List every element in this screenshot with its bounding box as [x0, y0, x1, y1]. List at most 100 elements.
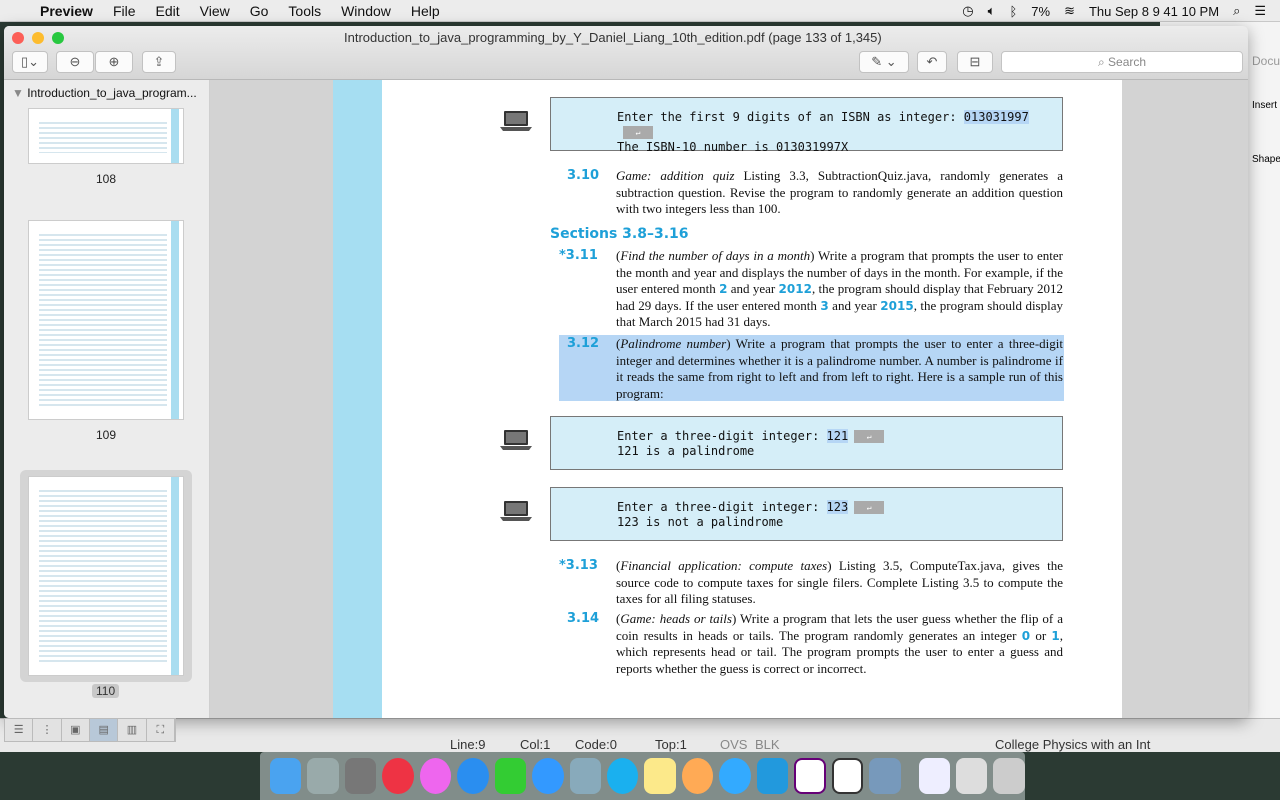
music-folder-icon[interactable]: [956, 758, 988, 794]
zoom-button[interactable]: [52, 32, 64, 44]
search-placeholder: Search: [1108, 55, 1147, 69]
chrome-icon[interactable]: [382, 758, 414, 794]
notification-center-icon[interactable]: ☰: [1254, 3, 1266, 19]
thumbnail-page-110[interactable]: [28, 476, 184, 676]
zoom-in-button[interactable]: ⊕: [95, 51, 133, 73]
bg-search: Docum: [1252, 54, 1280, 68]
menu-app-preview[interactable]: Preview: [40, 3, 93, 19]
bg-status-code: Code:0: [575, 737, 617, 752]
document-view[interactable]: Enter the first 9 digits of an ISBN as i…: [210, 80, 1248, 718]
skype-icon[interactable]: [606, 758, 639, 794]
outline-view-icon[interactable]: ⋮: [33, 719, 62, 741]
menu-view[interactable]: View: [200, 3, 230, 19]
share-button[interactable]: ⇪: [142, 51, 176, 73]
thumbnail-page-109[interactable]: [28, 220, 184, 420]
sidebar-toggle-button[interactable]: ▯⌄: [12, 51, 48, 73]
laptop-icon: [499, 498, 533, 524]
preview-window: Introduction_to_java_programming_by_Y_Da…: [4, 26, 1248, 718]
photos-icon[interactable]: [681, 758, 714, 794]
finder-icon[interactable]: [270, 758, 302, 794]
page-label-109: 109: [95, 428, 117, 442]
bg-shape-button: Shape: [1252, 154, 1280, 165]
exercise-3-12[interactable]: (Palindrome number) Write a program that…: [616, 336, 1063, 402]
page-label-108: 108: [95, 172, 117, 186]
g-app-icon[interactable]: [831, 758, 864, 794]
section-heading: Sections 3.8–3.16: [550, 226, 689, 242]
document-name: Introduction_to_java_program...: [27, 86, 197, 100]
laptop-icon: [499, 108, 533, 134]
exercise-number-3-12: 3.12: [567, 336, 600, 351]
window-title: Introduction_to_java_programming_by_Y_Da…: [344, 30, 882, 45]
sample-run-121: Enter a three-digit integer: 121 ↵ 121 is…: [550, 416, 1063, 470]
thumbnail-view-icon[interactable]: ▣: [62, 719, 90, 741]
menu-file[interactable]: File: [113, 3, 136, 19]
sidebar-view-switcher: ☰ ⋮ ▣ ▤ ▥ ⛶: [4, 718, 176, 742]
documents-folder-icon[interactable]: [918, 758, 951, 794]
itunes-icon[interactable]: [419, 758, 452, 794]
bg-status-top: Top:1: [655, 737, 687, 752]
launchpad-icon[interactable]: [307, 758, 339, 794]
clock[interactable]: Thu Sep 8 9 41 10 PM: [1089, 4, 1219, 19]
notes-icon[interactable]: [644, 758, 676, 794]
bg-status-line: Line:9: [450, 737, 486, 752]
sample-run-isbn: Enter the first 9 digits of an ISBN as i…: [550, 97, 1063, 154]
fullscreen-icon[interactable]: ⛶: [147, 719, 175, 741]
bg-status-blk: BLK: [755, 737, 780, 752]
search-input[interactable]: ⌕ Search: [1001, 51, 1243, 73]
contact-sheet-icon[interactable]: ▤: [89, 719, 119, 741]
thumbnail-page-108[interactable]: [28, 108, 184, 164]
messages-icon[interactable]: [532, 758, 564, 794]
menu-edit[interactable]: Edit: [156, 3, 180, 19]
exercise-number-3-14: 3.14: [567, 611, 600, 626]
trash-icon[interactable]: [993, 758, 1025, 794]
thumbnail-sidebar: ▼ Introduction_to_java_program... 108 10…: [4, 80, 210, 718]
title-bar: Introduction_to_java_programming_by_Y_Da…: [4, 26, 1248, 80]
exercise-number-3-10: 3.10: [567, 168, 600, 183]
laptop-icon: [499, 427, 533, 453]
status-area: ◷ 🔈︎ ᛒ 7% ≋ Thu Sep 8 9 41 10 PM ⌕ ☰: [962, 0, 1280, 22]
word-icon[interactable]: [756, 758, 789, 794]
wifi-icon[interactable]: ≋: [1064, 3, 1075, 19]
page-margin-strip: [333, 80, 382, 718]
bg-status-col: Col:1: [520, 737, 551, 752]
facetime-icon[interactable]: [494, 758, 527, 794]
bg-status-ovs: OVS: [720, 737, 748, 752]
rotate-button[interactable]: ↶: [917, 51, 947, 73]
menu-window[interactable]: Window: [341, 3, 391, 19]
pdf-page: Enter the first 9 digits of an ISBN as i…: [333, 80, 1122, 718]
time-machine-icon[interactable]: ◷: [962, 3, 973, 19]
menu-bar: Preview File Edit View Go Tools Window H…: [0, 0, 1280, 22]
sample-run-123: Enter a three-digit integer: 123 ↵ 123 is…: [550, 487, 1063, 541]
list-view-icon[interactable]: ☰: [5, 719, 34, 741]
zoom-out-button[interactable]: ⊖: [56, 51, 94, 73]
page-view-icon[interactable]: ▥: [118, 719, 147, 741]
safari-icon[interactable]: [719, 758, 751, 794]
system-preferences-icon[interactable]: [344, 758, 377, 794]
menu-go[interactable]: Go: [250, 3, 269, 19]
preview-icon[interactable]: [569, 758, 601, 794]
g-app-icon[interactable]: [794, 758, 826, 794]
exercise-3-10: Game: addition quiz Listing 3.3, Subtrac…: [616, 168, 1063, 216]
document-header[interactable]: ▼ Introduction_to_java_program...: [12, 86, 197, 100]
background-status-bar: Line:9 Col:1 Code:0 Top:1 OVS BLK Colleg…: [0, 718, 1280, 752]
exercise-number-3-13: *3.13: [559, 558, 598, 573]
close-button[interactable]: [12, 32, 24, 44]
volume-icon[interactable]: 🔈︎: [988, 3, 996, 19]
image-capture-icon[interactable]: [869, 758, 901, 794]
menu-help[interactable]: Help: [411, 3, 440, 19]
app-store-icon[interactable]: [457, 758, 489, 794]
spotlight-icon[interactable]: ⌕: [1233, 3, 1240, 19]
bg-insert-tab: Insert: [1252, 100, 1278, 111]
battery-percent[interactable]: 7%: [1031, 4, 1050, 19]
minimize-button[interactable]: [32, 32, 44, 44]
exercise-3-14: (Game: heads or tails) Write a program t…: [616, 611, 1063, 676]
bg-doc-title: College Physics with an Int: [995, 737, 1151, 752]
page-label-110: 110: [92, 684, 120, 698]
markup-button[interactable]: ✎ ⌄: [859, 51, 909, 73]
exercise-3-11: (Find the number of days in a month) Wri…: [616, 248, 1063, 329]
toolbox-icon[interactable]: ⊟: [957, 51, 993, 73]
bluetooth-icon[interactable]: ᛒ: [1009, 4, 1017, 19]
menu-tools[interactable]: Tools: [288, 3, 321, 19]
exercise-3-13: (Financial application: compute taxes) L…: [616, 558, 1064, 606]
dock: [260, 752, 1025, 800]
